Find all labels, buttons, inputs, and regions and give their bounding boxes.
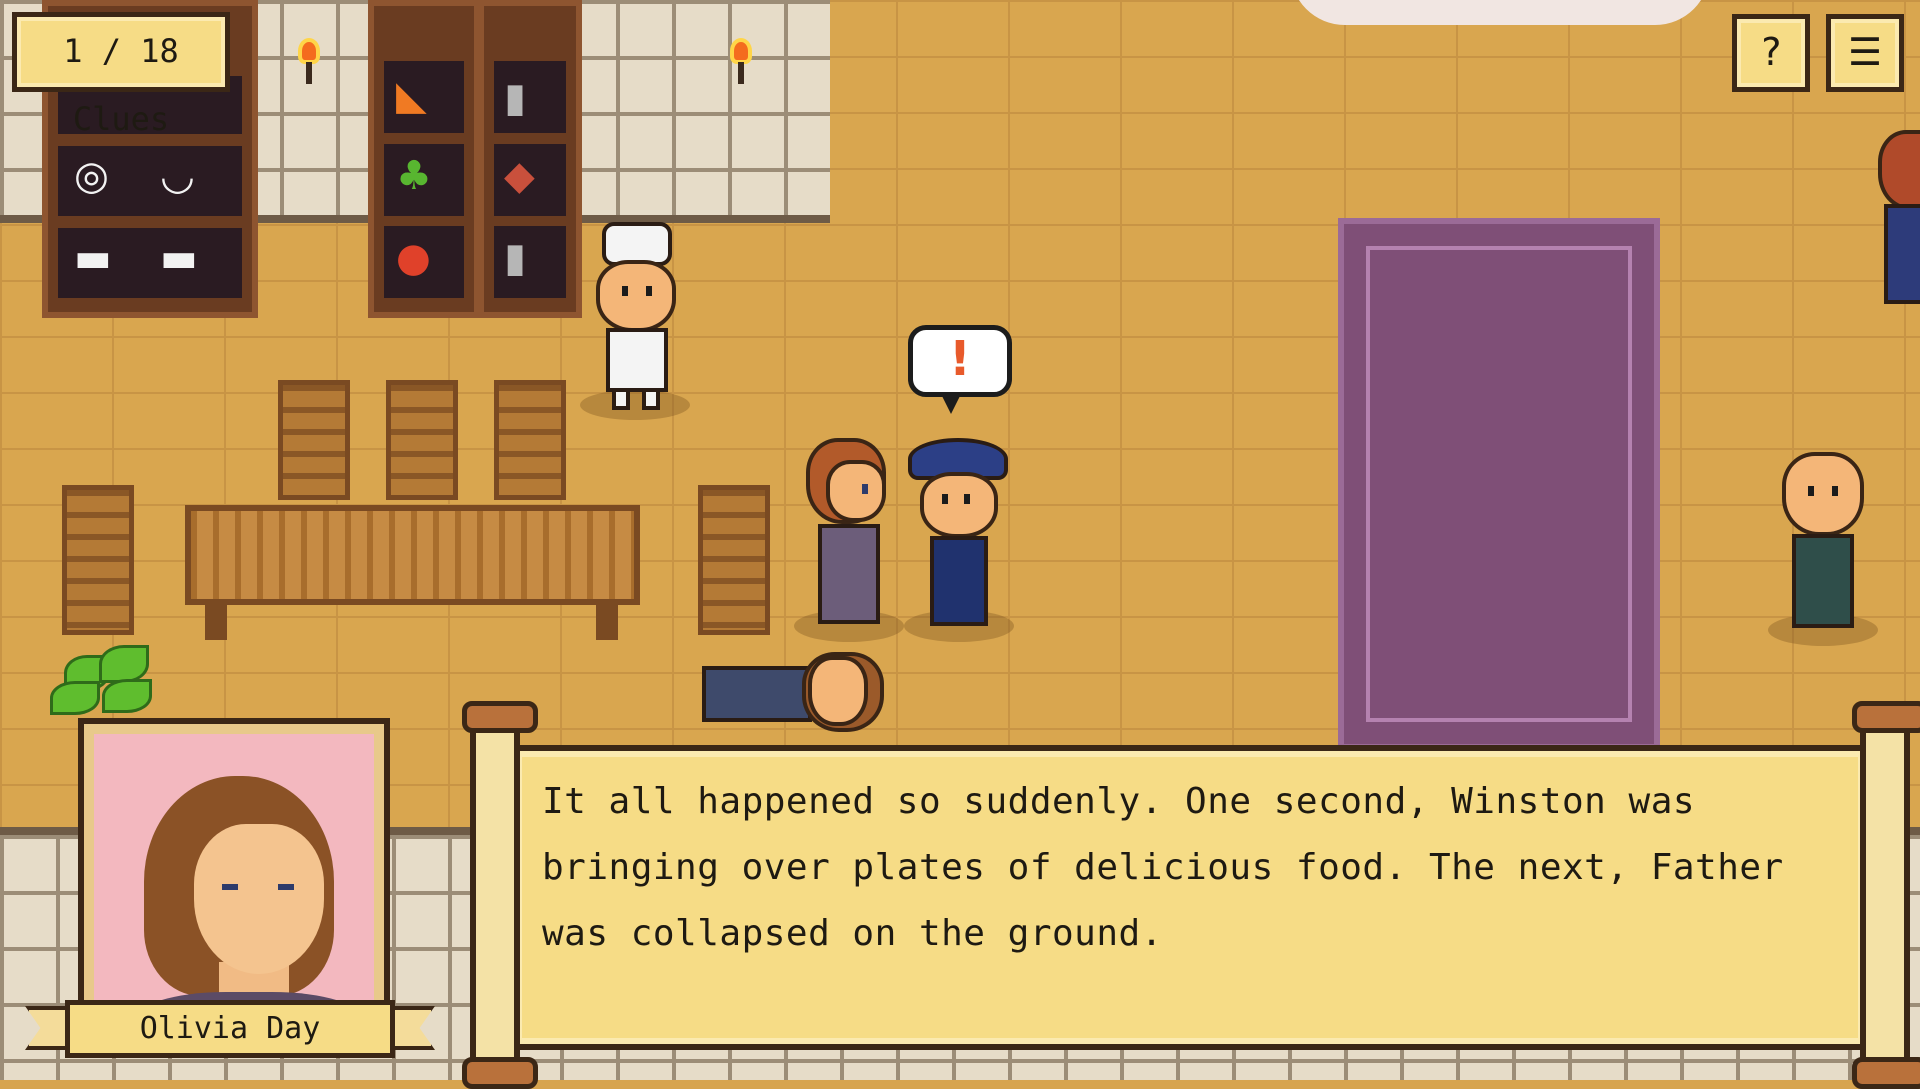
clues-counter[interactable]: 1 / 18 Clues <box>12 12 230 138</box>
speaker-portrait <box>78 718 390 1048</box>
lettuce-icon: ♣ <box>396 153 432 199</box>
olivia-character[interactable] <box>794 438 906 648</box>
chair <box>278 380 350 500</box>
food-shelf-left: ◣ ♣ ● <box>368 0 480 318</box>
carrot-icon: ◣ <box>396 73 427 119</box>
purple-rug <box>1338 218 1660 750</box>
hamburger-menu-icon: ☰ <box>1847 30 1883 74</box>
tomato-icon: ● <box>396 235 431 281</box>
portrait-background <box>94 734 374 1032</box>
collapsed-father-body[interactable] <box>702 652 884 742</box>
speaker-name-banner: Olivia Day <box>25 1000 435 1058</box>
table-leg <box>205 602 227 640</box>
wall-torch <box>302 42 316 84</box>
table-leg <box>596 602 618 640</box>
speaker-name: Olivia Day <box>65 1000 395 1058</box>
detective-character[interactable] <box>904 438 1016 648</box>
butler-character[interactable] <box>1768 450 1878 650</box>
portrait-face <box>194 824 324 974</box>
menu-button[interactable]: ☰ <box>1826 14 1904 92</box>
portrait-eye <box>278 884 294 890</box>
scroll-roll-right <box>1852 701 1920 1089</box>
wall-torch <box>734 42 748 84</box>
pot-icon: ▬ <box>74 235 112 281</box>
portrait-eye <box>222 884 238 890</box>
exclamation-icon: ! <box>949 331 971 387</box>
cloud <box>1290 0 1710 25</box>
pot-icon: ▬ <box>160 235 198 281</box>
bowl-icon: ◡ <box>160 153 195 199</box>
chair <box>62 485 134 635</box>
chef-character[interactable] <box>580 222 690 422</box>
scroll-roll-left <box>462 701 538 1089</box>
question-icon: ? <box>1759 30 1783 74</box>
food-shelf-right: ▮ ◆ ▮ <box>478 0 582 318</box>
meat-icon: ◆ <box>504 153 535 199</box>
potted-plant <box>44 645 154 725</box>
plate-icon: ◎ <box>74 153 109 199</box>
jars-icon: ▮ <box>504 75 527 121</box>
offscreen-character[interactable] <box>1878 130 1920 320</box>
dining-table <box>185 505 640 605</box>
dialog-text: It all happened so suddenly. One second,… <box>542 781 1784 954</box>
chair <box>494 380 566 500</box>
chair <box>386 380 458 500</box>
dialog-box[interactable]: It all happened so suddenly. One second,… <box>462 701 1920 1089</box>
chair <box>698 485 770 635</box>
alert-speech-bubble[interactable]: ! <box>908 325 1012 414</box>
cans-icon: ▮ <box>504 235 527 281</box>
help-button[interactable]: ? <box>1732 14 1810 92</box>
